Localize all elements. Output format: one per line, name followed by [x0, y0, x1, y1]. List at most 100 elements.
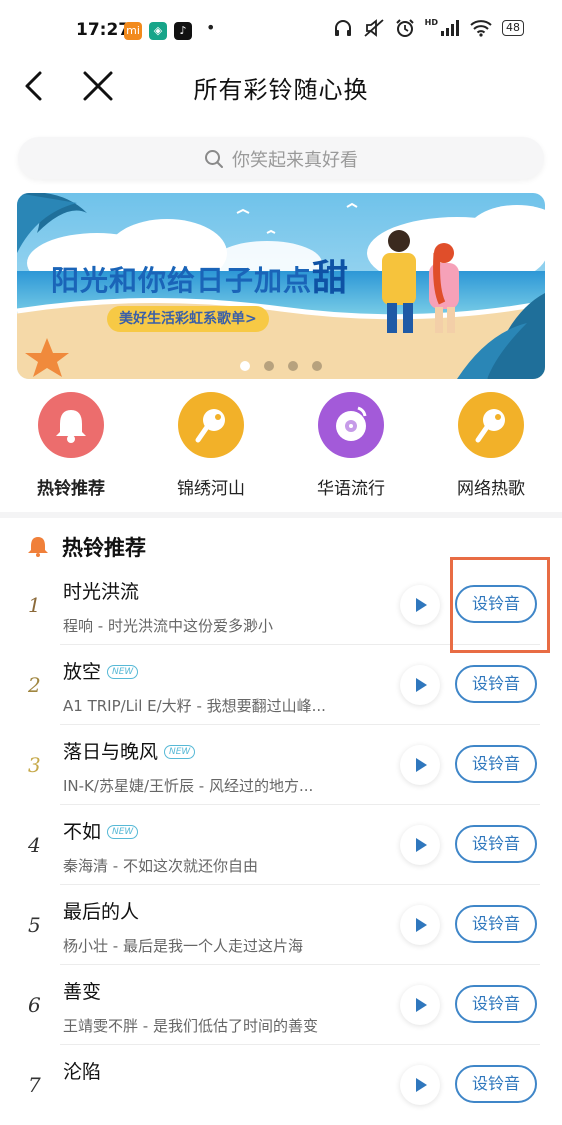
play-icon	[416, 678, 427, 692]
chevron-left-icon	[25, 71, 42, 101]
song-description: 秦海清 - 不如这次就还你自由	[63, 857, 258, 875]
song-title: 落日与晚风 NEW	[63, 737, 196, 764]
play-button[interactable]	[400, 905, 440, 945]
song-description: A1 TRIP/Lil E/大籽 - 我想要翻过山峰...	[63, 697, 326, 715]
headphones-icon	[334, 20, 351, 36]
category-mandopop[interactable]: 华语流行	[285, 392, 417, 499]
set-ringtone-button[interactable]: 设铃音	[455, 665, 537, 703]
play-icon	[416, 918, 427, 932]
song-rank: 7	[28, 1073, 41, 1097]
play-button[interactable]	[400, 985, 440, 1025]
song-title: 时光洪流	[63, 577, 139, 604]
play-button[interactable]	[400, 1065, 440, 1105]
song-rank: 5	[28, 913, 41, 937]
new-badge: NEW	[107, 825, 139, 839]
status-time: 17:27	[76, 20, 131, 40]
banner-dot[interactable]	[264, 361, 274, 371]
song-title-text: 时光洪流	[63, 581, 140, 603]
banner-title-main: 阳光和你给日子加点	[51, 264, 313, 297]
banner-title: 阳光和你给日子加点甜	[51, 249, 349, 301]
hd-label: HD	[424, 17, 438, 27]
play-icon	[416, 1078, 427, 1092]
ringtone-icon	[458, 392, 524, 458]
song-title-text: 落日与晚风	[63, 741, 159, 763]
set-ringtone-button[interactable]: 设铃音	[455, 825, 537, 863]
category-landscape[interactable]: 锦绣河山	[145, 392, 277, 499]
banner-dot[interactable]	[240, 361, 250, 371]
song-rank: 4	[28, 833, 41, 857]
banner-dot[interactable]	[288, 361, 298, 371]
category-label: 华语流行	[317, 479, 385, 499]
song-row[interactable]: 5 最后的人 杨小壮 - 最后是我一个人走过这片海 设铃音	[0, 885, 562, 965]
promo-banner[interactable]: 阳光和你给日子加点甜 美好生活彩虹系歌单>	[17, 193, 545, 379]
song-row[interactable]: 3 落日与晚风 NEW IN-K/苏星婕/王忻辰 - 风经过的地方... 设铃音	[0, 725, 562, 805]
play-icon	[416, 998, 427, 1012]
close-icon	[83, 71, 113, 101]
set-ringtone-button[interactable]: 设铃音	[455, 985, 537, 1023]
category-label: 热铃推荐	[37, 479, 105, 499]
play-icon	[416, 598, 427, 612]
battery-indicator: 48	[502, 20, 524, 36]
cellular-signal-icon	[441, 20, 459, 36]
play-button[interactable]	[400, 745, 440, 785]
song-title-text: 不如	[63, 821, 102, 843]
mobile-app-icon: ◈	[149, 22, 167, 40]
song-row[interactable]: 4 不如 NEW 秦海清 - 不如这次就还你自由 设铃音	[0, 805, 562, 885]
new-badge: NEW	[107, 665, 139, 679]
search-input[interactable]: 你笑起来真好看	[232, 150, 358, 171]
song-description: 王靖雯不胖 - 是我们低估了时间的善变	[63, 1017, 318, 1035]
song-description: IN-K/苏星婕/王忻辰 - 风经过的地方...	[63, 777, 314, 795]
song-rank: 2	[28, 673, 41, 697]
play-button[interactable]	[400, 585, 440, 625]
set-ringtone-button[interactable]: 设铃音	[455, 905, 537, 943]
song-title: 善变	[63, 977, 101, 1004]
new-badge: NEW	[164, 745, 196, 759]
song-description: 杨小壮 - 最后是我一个人走过这片海	[63, 937, 303, 955]
category-row: 热铃推荐 锦绣河山 华语流行 网络热歌	[0, 392, 562, 502]
nav-bar: 所有彩铃随心换	[0, 62, 562, 110]
song-title-text: 放空	[63, 661, 102, 683]
mute-icon	[364, 19, 384, 37]
song-row[interactable]: 7 沦陷 设铃音	[0, 1045, 562, 1125]
play-icon	[416, 838, 427, 852]
category-hot-ringtones[interactable]: 热铃推荐	[5, 392, 137, 499]
close-button[interactable]	[80, 68, 116, 104]
highlight-box	[450, 557, 550, 653]
section-title: 热铃推荐	[62, 536, 146, 560]
ringtone-icon	[178, 392, 244, 458]
song-title: 放空 NEW	[63, 657, 139, 684]
song-row[interactable]: 2 放空 NEW A1 TRIP/Lil E/大籽 - 我想要翻过山峰... 设铃…	[0, 645, 562, 725]
banner-dot[interactable]	[312, 361, 322, 371]
mi-app-icon: mi	[124, 22, 142, 40]
alarm-icon	[395, 19, 414, 37]
search-bar[interactable]: 你笑起来真好看	[18, 137, 544, 179]
search-icon	[205, 150, 223, 168]
bell-icon	[28, 537, 48, 557]
play-button[interactable]	[400, 825, 440, 865]
category-label: 锦绣河山	[177, 479, 245, 499]
song-title: 不如 NEW	[63, 817, 139, 844]
category-label: 网络热歌	[457, 479, 525, 499]
song-rank: 1	[28, 593, 41, 617]
section-divider	[0, 512, 562, 518]
play-button[interactable]	[400, 665, 440, 705]
tiktok-icon: ♪	[174, 22, 192, 40]
set-ringtone-button[interactable]: 设铃音	[455, 1065, 537, 1103]
bell-icon	[38, 392, 104, 458]
banner-pagination	[17, 361, 545, 371]
play-icon	[416, 758, 427, 772]
song-title: 最后的人	[63, 897, 139, 924]
set-ringtone-button[interactable]: 设铃音	[455, 745, 537, 783]
song-rank: 6	[28, 993, 41, 1017]
vinyl-icon	[318, 392, 384, 458]
song-description: 程响 - 时光洪流中这份爱多渺小	[63, 617, 273, 635]
category-internet-hits[interactable]: 网络热歌	[425, 392, 557, 499]
song-rank: 3	[28, 753, 41, 777]
status-indicators: HD 48	[333, 18, 524, 38]
banner-subtitle: 美好生活彩虹系歌单>	[107, 306, 269, 332]
banner-title-accent: 甜	[312, 257, 350, 299]
wifi-icon	[470, 20, 492, 37]
song-row[interactable]: 6 善变 王靖雯不胖 - 是我们低估了时间的善变 设铃音	[0, 965, 562, 1045]
notification-dot: •	[206, 18, 216, 37]
back-button[interactable]	[18, 68, 54, 104]
